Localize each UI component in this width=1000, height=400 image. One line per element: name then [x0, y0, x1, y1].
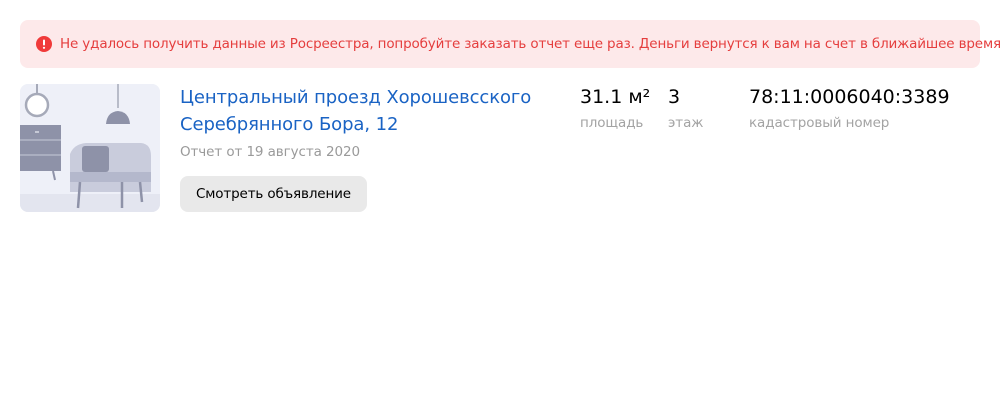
error-alert-text: Не удалось получить данные из Росреестра…: [60, 36, 1000, 52]
apartment-illustration[interactable]: [20, 84, 160, 212]
exclamation-circle-icon: [36, 36, 52, 52]
cadastral-number: 78:11:0006040:3389: [749, 86, 950, 108]
cadastral-stat: 78:11:0006040:3389 кадастровый номер: [749, 84, 950, 131]
cadastral-label: кадастровый номер: [749, 115, 890, 131]
report-date: Отчет от 19 августа 2020: [180, 144, 360, 160]
address-line-1: Центральный проезд Хорошевсского: [180, 87, 532, 108]
area-stat: 31.1 м² площадь: [580, 84, 650, 131]
report-info: Центральный проезд Хорошевсского Серебря…: [180, 84, 560, 212]
view-listing-button[interactable]: Смотреть объявление: [180, 176, 367, 212]
floor-value: 3: [668, 86, 681, 108]
floor-stat: 3 этаж: [668, 84, 703, 131]
floor-label: этаж: [668, 115, 704, 131]
area-label: площадь: [580, 115, 644, 131]
report-card: Центральный проезд Хорошевсского Серебря…: [20, 84, 980, 224]
error-alert: Не удалось получить данные из Росреестра…: [20, 20, 1000, 68]
address-line-2: Серебрянного Бора, 12: [180, 114, 399, 135]
page: Не удалось получить данные из Росреестра…: [0, 0, 1000, 400]
area-value: 31.1 м²: [580, 86, 651, 108]
address-link[interactable]: Центральный проезд Хорошевсского Серебря…: [180, 84, 560, 138]
